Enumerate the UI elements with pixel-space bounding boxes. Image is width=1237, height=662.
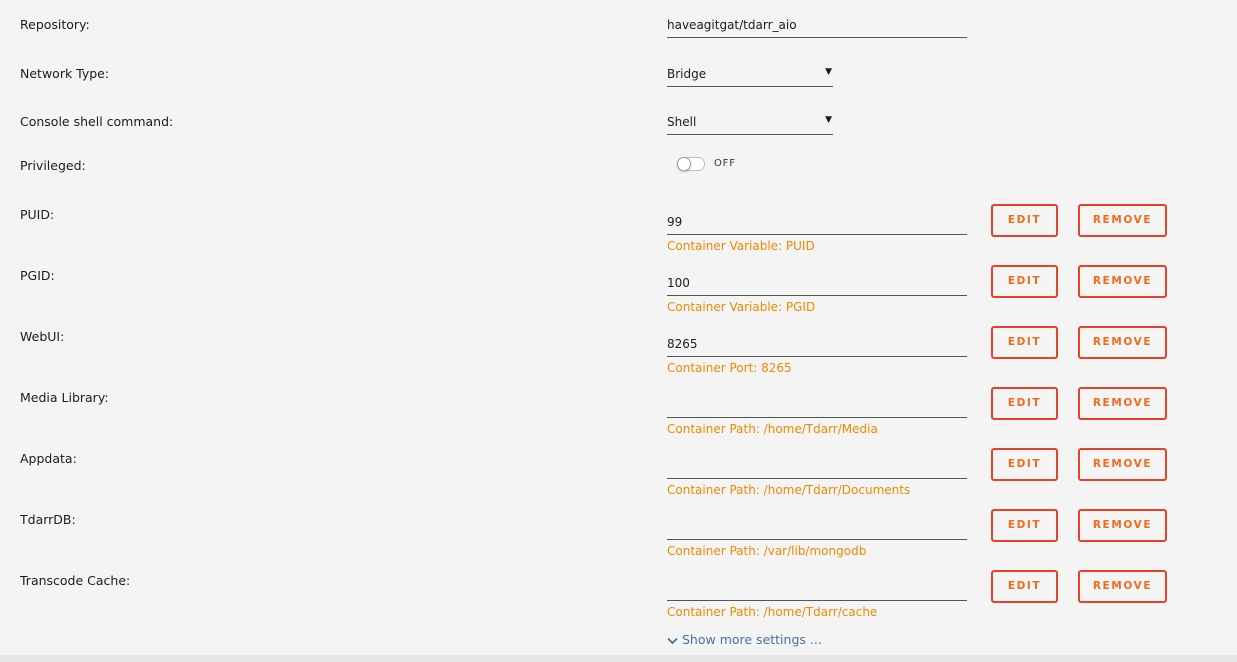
setting-input[interactable] — [667, 457, 967, 479]
remove-button[interactable]: REMOVE — [1078, 204, 1167, 237]
repository-value: haveagitgat/tdarr_aio — [667, 18, 797, 32]
setting-input[interactable]: 99 — [667, 213, 967, 235]
setting-value: 8265 — [667, 337, 698, 351]
repository-input[interactable]: haveagitgat/tdarr_aio — [667, 16, 967, 38]
console-shell-value: Shell — [667, 115, 697, 129]
edit-button[interactable]: EDIT — [991, 265, 1058, 298]
setting-hint: Container Path: /home/Tdarr/cache — [667, 605, 878, 619]
setting-label: PGID: — [20, 268, 55, 283]
setting-hint: Container Path: /home/Tdarr/Documents — [667, 483, 911, 497]
privileged-state-label: OFF — [714, 158, 736, 169]
setting-label: TdarrDB: — [20, 512, 76, 527]
remove-button[interactable]: REMOVE — [1078, 387, 1167, 420]
setting-label: PUID: — [20, 207, 55, 222]
toggle-knob — [677, 157, 691, 171]
privileged-toggle[interactable] — [677, 157, 705, 171]
bottom-divider — [0, 655, 1237, 662]
edit-button[interactable]: EDIT — [991, 387, 1058, 420]
edit-button[interactable]: EDIT — [991, 570, 1058, 603]
network-type-label: Network Type: — [20, 66, 110, 81]
setting-input[interactable]: 8265 — [667, 335, 967, 357]
setting-label: WebUI: — [20, 329, 65, 344]
edit-button[interactable]: EDIT — [991, 326, 1058, 359]
privileged-label: Privileged: — [20, 158, 86, 173]
edit-button[interactable]: EDIT — [991, 448, 1058, 481]
console-shell-select[interactable]: Shell ▼ — [667, 113, 833, 135]
network-type-select[interactable]: Bridge ▼ — [667, 65, 833, 87]
setting-label: Media Library: — [20, 390, 109, 405]
edit-button[interactable]: EDIT — [991, 509, 1058, 542]
setting-hint: Container Variable: PGID — [667, 300, 816, 314]
show-more-settings-link[interactable]: Show more settings ... — [667, 632, 822, 647]
setting-input[interactable] — [667, 396, 967, 418]
dropdown-arrow-icon: ▼ — [825, 67, 832, 77]
remove-button[interactable]: REMOVE — [1078, 448, 1167, 481]
chevron-down-icon — [667, 637, 678, 645]
setting-hint: Container Port: 8265 — [667, 361, 792, 375]
remove-button[interactable]: REMOVE — [1078, 570, 1167, 603]
setting-value: 99 — [667, 215, 683, 229]
setting-label: Appdata: — [20, 451, 77, 466]
remove-button[interactable]: REMOVE — [1078, 326, 1167, 359]
remove-button[interactable]: REMOVE — [1078, 509, 1167, 542]
setting-hint: Container Path: /home/Tdarr/Media — [667, 422, 878, 436]
setting-label: Transcode Cache: — [20, 573, 131, 588]
remove-button[interactable]: REMOVE — [1078, 265, 1167, 298]
dropdown-arrow-icon: ▼ — [825, 115, 832, 125]
show-more-label: Show more settings ... — [682, 632, 822, 647]
setting-input[interactable]: 100 — [667, 274, 967, 296]
repository-label: Repository: — [20, 17, 90, 32]
edit-button[interactable]: EDIT — [991, 204, 1058, 237]
setting-hint: Container Variable: PUID — [667, 239, 815, 253]
console-shell-label: Console shell command: — [20, 114, 174, 129]
setting-value: 100 — [667, 276, 690, 290]
setting-input[interactable] — [667, 518, 967, 540]
setting-hint: Container Path: /var/lib/mongodb — [667, 544, 867, 558]
docker-template-form: Repository: haveagitgat/tdarr_aio Networ… — [0, 0, 1237, 655]
setting-input[interactable] — [667, 579, 967, 601]
network-type-value: Bridge — [667, 67, 707, 81]
